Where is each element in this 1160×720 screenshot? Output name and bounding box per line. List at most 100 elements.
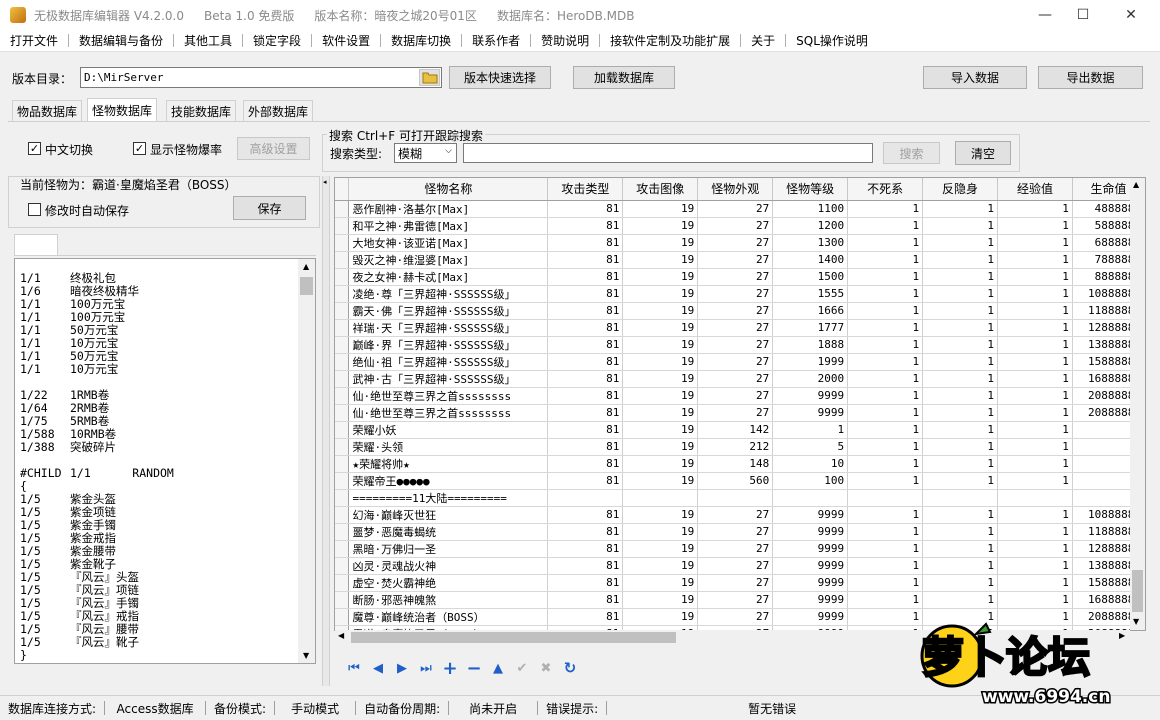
- row-indicator[interactable]: [335, 455, 350, 473]
- load-db-button[interactable]: 加载数据库: [573, 66, 675, 89]
- menu-item[interactable]: 联系作者: [462, 32, 530, 49]
- table-cell[interactable]: 1: [922, 302, 998, 320]
- table-cell[interactable]: 1888: [772, 336, 849, 354]
- table-cell[interactable]: 19: [622, 455, 699, 473]
- menu-item[interactable]: 软件设置: [312, 32, 380, 49]
- row-indicator[interactable]: [335, 506, 350, 524]
- table-cell[interactable]: 1: [847, 557, 924, 575]
- table-cell[interactable]: 27: [697, 285, 774, 303]
- table-row[interactable]: 幻海·巅峰灭世狂 81 19 27 9999 1 1 1 10888888: [335, 506, 1145, 524]
- table-cell[interactable]: 19: [622, 472, 699, 490]
- table-cell[interactable]: 1: [922, 421, 998, 439]
- table-cell[interactable]: 黑暗·万佛归一圣: [348, 540, 549, 558]
- chinese-switch-checkbox[interactable]: ✓: [28, 142, 41, 155]
- table-cell[interactable]: 81: [547, 387, 624, 405]
- table-cell[interactable]: 1: [922, 200, 998, 218]
- table-cell[interactable]: 81: [547, 540, 624, 558]
- nav-first-icon[interactable]: ⏮: [344, 660, 364, 676]
- column-header[interactable]: 攻击类型: [547, 178, 624, 201]
- table-cell[interactable]: 大地女神·该亚诺[Max]: [348, 234, 549, 252]
- table-cell[interactable]: 81: [547, 353, 624, 371]
- table-cell[interactable]: 19: [622, 557, 699, 575]
- row-indicator[interactable]: [335, 302, 350, 320]
- table-cell[interactable]: 1: [847, 540, 924, 558]
- table-cell[interactable]: [547, 489, 624, 507]
- row-indicator[interactable]: [335, 591, 350, 609]
- table-cell[interactable]: 断肠·邪恶神魄煞: [348, 591, 549, 609]
- table-cell[interactable]: 1: [997, 438, 1073, 456]
- table-cell[interactable]: 19: [622, 506, 699, 524]
- table-cell[interactable]: 19: [622, 438, 699, 456]
- scroll-thumb[interactable]: [1132, 570, 1143, 612]
- folder-browse-button[interactable]: [419, 69, 440, 86]
- table-cell[interactable]: 148: [697, 455, 774, 473]
- tab-external[interactable]: 外部数据库: [243, 100, 314, 121]
- table-cell[interactable]: 1: [847, 370, 924, 388]
- table-cell[interactable]: 巅峰·界「三界超神·SSSSSS级」: [348, 336, 549, 354]
- table-row[interactable]: 仙·绝世至尊三界之首ssssssss 81 19 27 9999 1 1 1 20888888: [335, 387, 1145, 405]
- table-cell[interactable]: 1: [922, 455, 998, 473]
- table-cell[interactable]: 仙·绝世至尊三界之首ssssssss: [348, 387, 549, 405]
- table-cell[interactable]: 1: [847, 336, 924, 354]
- nav-insert-icon[interactable]: +: [440, 658, 460, 679]
- table-cell[interactable]: 1999: [772, 353, 849, 371]
- table-cell[interactable]: 81: [547, 319, 624, 337]
- table-cell[interactable]: 1: [847, 387, 924, 405]
- row-indicator[interactable]: [335, 421, 350, 439]
- table-cell[interactable]: 27: [697, 336, 774, 354]
- monster-grid[interactable]: 怪物名称 攻击类型 攻击图像 怪物外观 怪物等级 不死系 反隐身 经验值 生命值 恶作剧神·洛基…: [334, 177, 1146, 631]
- table-cell[interactable]: 19: [622, 608, 699, 626]
- table-cell[interactable]: 1: [922, 472, 998, 490]
- table-cell[interactable]: 1: [847, 234, 924, 252]
- table-row[interactable]: 荣耀帝王●●●●●81195601001118: [335, 472, 1145, 490]
- table-cell[interactable]: 虚空·焚火霸神绝: [348, 574, 549, 592]
- table-row[interactable]: 恶作剧神·洛基尔[Max] 81 19 27 1100 1 1 1 4888888: [335, 200, 1145, 218]
- table-cell[interactable]: 1: [922, 285, 998, 303]
- table-cell[interactable]: [847, 489, 924, 507]
- table-row[interactable]: 大地女神·该亚诺[Max] 81 19 27 1300 1 1 1 6888888: [335, 234, 1145, 252]
- table-cell[interactable]: 9999: [772, 540, 849, 558]
- column-header[interactable]: 怪物等级: [772, 178, 849, 201]
- column-header[interactable]: 经验值: [997, 178, 1073, 201]
- table-cell[interactable]: 5: [772, 438, 849, 456]
- table-cell[interactable]: 1: [997, 302, 1073, 320]
- search-button[interactable]: 搜索: [883, 142, 940, 164]
- table-cell[interactable]: 81: [547, 268, 624, 286]
- table-cell[interactable]: 27: [697, 574, 774, 592]
- table-cell[interactable]: 1: [922, 438, 998, 456]
- table-cell[interactable]: 1: [997, 404, 1073, 422]
- row-indicator[interactable]: [335, 285, 350, 303]
- table-cell[interactable]: 19: [622, 200, 699, 218]
- table-cell[interactable]: 1400: [772, 251, 849, 269]
- row-indicator[interactable]: [335, 523, 350, 541]
- table-cell[interactable]: 560: [697, 472, 774, 490]
- table-cell[interactable]: 夜之女神·赫卡忒[Max]: [348, 268, 549, 286]
- table-cell[interactable]: 27: [697, 404, 774, 422]
- row-indicator[interactable]: [335, 540, 350, 558]
- menu-item[interactable]: 数据编辑与备份: [69, 32, 173, 49]
- table-cell[interactable]: 1: [997, 353, 1073, 371]
- menu-item[interactable]: 赞助说明: [531, 32, 599, 49]
- table-cell[interactable]: 81: [547, 421, 624, 439]
- table-cell[interactable]: 9999: [772, 523, 849, 541]
- table-cell[interactable]: 1: [847, 591, 924, 609]
- table-cell[interactable]: 81: [547, 523, 624, 541]
- table-cell[interactable]: 荣耀·头领: [348, 438, 549, 456]
- table-cell[interactable]: 81: [547, 285, 624, 303]
- table-cell[interactable]: 19: [622, 251, 699, 269]
- menu-item[interactable]: 关于: [741, 32, 785, 49]
- table-cell[interactable]: 27: [697, 591, 774, 609]
- menu-item[interactable]: 接软件定制及功能扩展: [600, 32, 740, 49]
- table-row[interactable]: 凌绝·尊「三界超神·SSSSSS级」 81 19 27 1555 1 1 1 10888888: [335, 285, 1145, 303]
- table-cell[interactable]: 81: [547, 217, 624, 235]
- table-cell[interactable]: 1: [922, 336, 998, 354]
- table-cell[interactable]: 1555: [772, 285, 849, 303]
- table-cell[interactable]: 27: [697, 370, 774, 388]
- quick-select-button[interactable]: 版本快速选择: [449, 66, 551, 89]
- table-cell[interactable]: 212: [697, 438, 774, 456]
- table-cell[interactable]: 1: [922, 353, 998, 371]
- table-cell[interactable]: 27: [697, 319, 774, 337]
- table-cell[interactable]: 毁灭之神·维湿婆[Max]: [348, 251, 549, 269]
- table-cell[interactable]: 荣耀帝王●●●●●: [348, 472, 549, 490]
- table-cell[interactable]: 1: [847, 285, 924, 303]
